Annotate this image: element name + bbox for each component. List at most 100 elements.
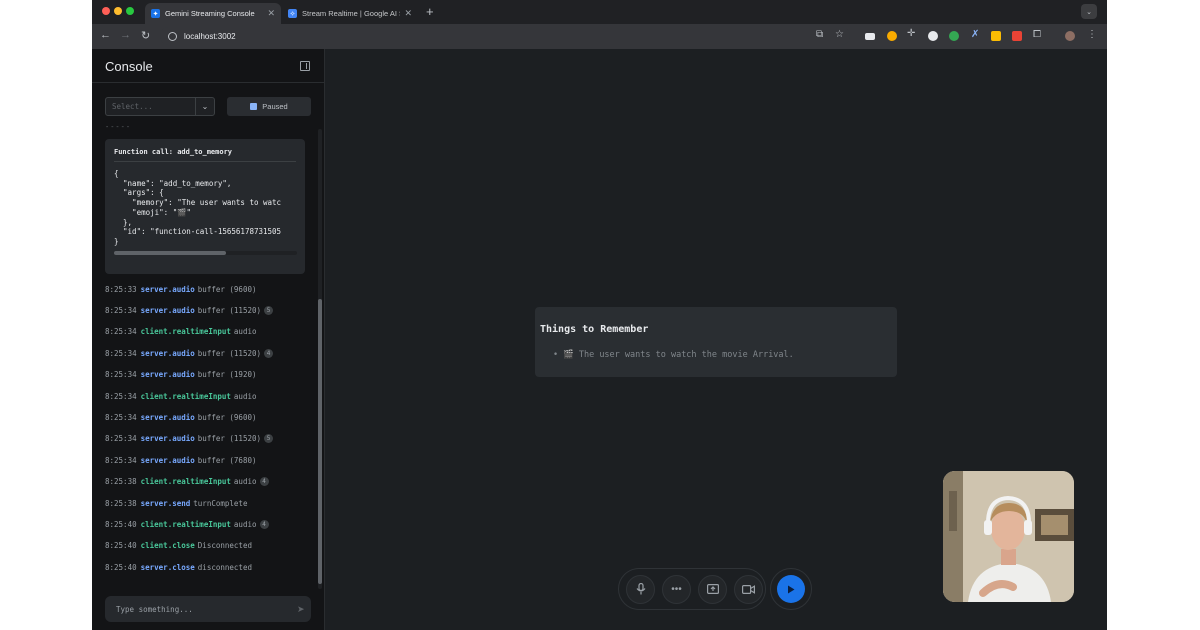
log-source: client.close xyxy=(140,541,195,551)
tab-gemini-console[interactable]: ✦ Gemini Streaming Console ✕ xyxy=(145,3,281,24)
close-tab-icon[interactable]: ✕ xyxy=(267,8,275,19)
webcam-video xyxy=(943,471,1074,602)
log-message: buffer (7680) xyxy=(197,455,257,465)
tab-search-icon[interactable]: ⌄ xyxy=(1081,4,1097,19)
minimize-window-button[interactable] xyxy=(114,7,122,15)
log-message: buffer (11520) xyxy=(197,434,262,444)
ai-studio-favicon-icon: ✧ xyxy=(288,9,297,18)
log-entry: 8:25:34 server.audio buffer (11520) 4 xyxy=(105,346,305,360)
scrollbar-thumb[interactable] xyxy=(114,251,226,255)
extensions-puzzle-icon[interactable]: ⧠ xyxy=(1033,29,1041,40)
extension-icon[interactable] xyxy=(1012,31,1022,41)
log-timestamp: 8:25:34 xyxy=(105,391,137,401)
console-sidebar: Console Select... ⌄ Paused ----- Functio… xyxy=(92,49,325,630)
extension-icon[interactable] xyxy=(865,33,875,40)
install-app-icon[interactable]: ⧉ xyxy=(816,29,823,40)
play-icon xyxy=(788,585,795,593)
address-bar[interactable]: localhost:3002 xyxy=(160,27,850,45)
pause-button[interactable]: Paused xyxy=(227,97,311,116)
url-text: localhost:3002 xyxy=(184,31,236,41)
log-message: audio xyxy=(233,519,257,529)
log-count-badge: 4 xyxy=(259,519,269,529)
send-icon[interactable]: ➤ xyxy=(297,604,311,615)
log-entry: 8:25:34 server.audio buffer (11520) 5 xyxy=(105,303,305,317)
memory-card: Things to Remember • 🎬 The user wants to … xyxy=(535,307,897,377)
log-entry: 8:25:34 server.audio buffer (11520) 5 xyxy=(105,432,305,446)
log-timestamp: 8:25:40 xyxy=(105,541,137,551)
bookmark-star-icon[interactable]: ☆ xyxy=(835,29,844,40)
log-entry: 8:25:40 client.close Disconnected xyxy=(105,539,305,553)
menu-kebab-icon[interactable]: ⋮ xyxy=(1087,29,1097,40)
tab-ai-studio[interactable]: ✧ Stream Realtime | Google AI Stud ✕ xyxy=(282,3,418,24)
log-message: audio xyxy=(233,477,257,487)
close-window-button[interactable] xyxy=(102,7,110,15)
log-source: server.audio xyxy=(140,370,195,380)
profile-avatar[interactable] xyxy=(1065,31,1075,41)
log-entry: 8:25:34 server.audio buffer (7680) xyxy=(105,453,305,467)
horizontal-scrollbar[interactable] xyxy=(114,251,297,255)
log-timestamp: 8:25:34 xyxy=(105,455,137,465)
log-timestamp: 8:25:40 xyxy=(105,562,137,572)
log-count-badge: 5 xyxy=(264,434,274,444)
log-source: client.realtimeInput xyxy=(140,519,231,529)
log-timestamp: 8:25:34 xyxy=(105,370,137,380)
log-count-badge: 4 xyxy=(259,477,269,487)
log-message: audio xyxy=(233,327,257,337)
log-source: client.realtimeInput xyxy=(140,327,231,337)
media-controls: ••• xyxy=(618,568,766,610)
maximize-window-button[interactable] xyxy=(126,7,134,15)
memory-title: Things to Remember xyxy=(540,324,649,335)
divider xyxy=(114,161,296,162)
log-timestamp: 8:25:34 xyxy=(105,348,137,358)
log-entry: 8:25:34 server.audio buffer (9600) xyxy=(105,410,305,424)
log-timestamp: 8:25:34 xyxy=(105,327,137,337)
webcam-icon[interactable] xyxy=(734,574,763,604)
function-call-card: Function call: add_to_memory { "name": "… xyxy=(105,139,305,274)
function-call-title: Function call: add_to_memory xyxy=(114,148,233,156)
log-timestamp: 8:25:38 xyxy=(105,498,137,508)
log-timestamp: 8:25:34 xyxy=(105,412,137,422)
extension-icon[interactable]: ✛ xyxy=(907,28,915,39)
extension-icon[interactable] xyxy=(928,31,938,41)
log-timestamp: 8:25:33 xyxy=(105,284,137,294)
extension-icon[interactable]: ✗ xyxy=(971,29,979,40)
extension-icon[interactable] xyxy=(887,31,897,41)
back-icon[interactable]: ← xyxy=(100,29,111,41)
log-timestamp: 8:25:34 xyxy=(105,434,137,444)
log-timestamp: 8:25:38 xyxy=(105,477,137,487)
play-button[interactable] xyxy=(777,575,805,603)
log-entry: 8:25:34 client.realtimeInput audio xyxy=(105,389,305,403)
sidebar-scrollbar[interactable] xyxy=(318,129,322,589)
reload-icon[interactable]: ↻ xyxy=(141,29,150,42)
screen-share-icon[interactable] xyxy=(698,574,727,604)
log-entry: 8:25:38 client.realtimeInput audio 4 xyxy=(105,475,305,489)
log-entry: 8:25:34 client.realtimeInput audio xyxy=(105,325,305,339)
browser-toolbar: ← → ↻ localhost:3002 ⧉ ☆ ✛ ✗ ⧠ ⋮ xyxy=(92,24,1107,49)
microphone-icon[interactable] xyxy=(626,574,655,604)
memory-item: • 🎬 The user wants to watch the movie Arr… xyxy=(553,350,794,360)
new-tab-icon[interactable]: + xyxy=(426,4,434,19)
log-message: Disconnected xyxy=(197,541,252,551)
log-message: audio xyxy=(233,391,257,401)
extension-icon[interactable] xyxy=(991,31,1001,41)
tab-title: Stream Realtime | Google AI Stud xyxy=(302,9,400,18)
main-area: Things to Remember • 🎬 The user wants to … xyxy=(326,49,1107,630)
webcam-feed-image xyxy=(943,471,1074,602)
pause-label: Paused xyxy=(262,102,288,111)
scrollbar-thumb[interactable] xyxy=(318,299,322,584)
log-message: buffer (1920) xyxy=(197,370,257,380)
forward-icon[interactable]: → xyxy=(120,29,131,41)
log-filter-select[interactable]: Select... ⌄ xyxy=(105,97,215,116)
chevron-down-icon[interactable]: ⌄ xyxy=(195,98,214,115)
site-info-icon[interactable] xyxy=(168,31,177,41)
collapse-sidebar-icon[interactable] xyxy=(300,61,310,71)
log-message: disconnected xyxy=(197,562,252,572)
extension-icon[interactable] xyxy=(949,31,959,41)
connect-control xyxy=(770,568,812,610)
log-message: turnComplete xyxy=(193,498,248,508)
log-source: server.audio xyxy=(140,434,195,444)
log-source: server.send xyxy=(140,498,191,508)
message-input[interactable]: Type something... ➤ xyxy=(105,596,311,622)
close-tab-icon[interactable]: ✕ xyxy=(404,8,412,19)
divider xyxy=(92,82,325,83)
